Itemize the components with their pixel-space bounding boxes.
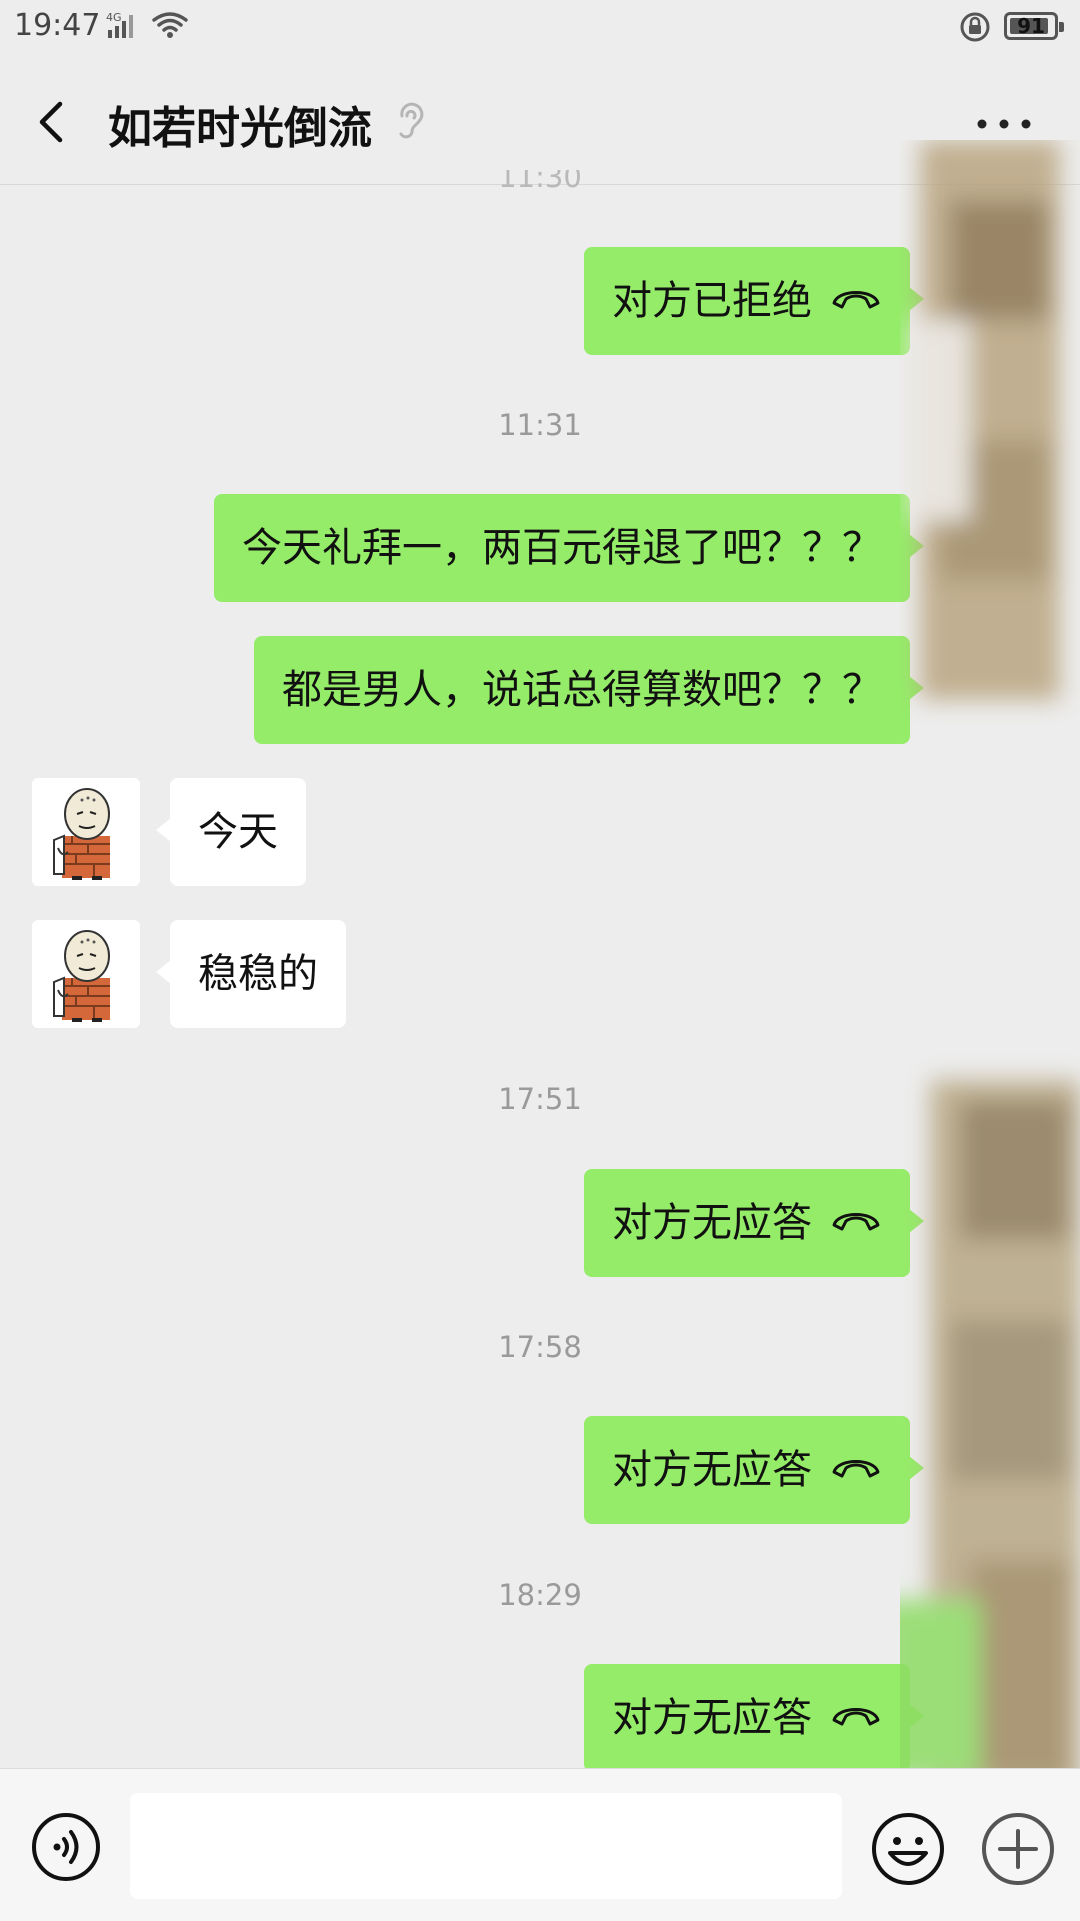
phone-hangup-icon [830,1415,882,1523]
phone-hangup-icon [830,246,882,354]
message-text: 对方无应答 [612,1447,812,1493]
voice-icon [32,1813,100,1881]
input-bar [0,1768,1080,1921]
message-bubble-incoming[interactable]: 稳稳的 [156,920,346,1028]
privacy-smudge [900,140,1080,1780]
message-text: 对方已拒绝 [612,278,812,324]
status-time: 19:47 [14,8,101,43]
more-dots-icon [977,119,1031,129]
message-text: 对方无应答 [612,1200,812,1246]
chevron-left-icon [39,101,63,143]
back-button[interactable] [30,92,76,152]
status-bar: 19:47 4G 91 [0,0,1080,54]
contact-avatar[interactable] [32,778,140,886]
message-text: 稳稳的 [198,951,318,997]
contact-avatar[interactable] [32,920,140,1028]
network-type: 4G [106,11,122,24]
plus-icon [982,1813,1054,1885]
message-bubble[interactable]: 今天礼拜一，两百元得退了吧？？？ [214,494,924,602]
message-text: 今天 [198,809,278,855]
message-bubble-incoming[interactable]: 今天 [156,778,306,886]
emoji-icon [872,1813,944,1885]
more-functions-button[interactable] [980,1811,1056,1887]
wifi-icon [150,10,190,44]
monk-avatar-icon [53,788,110,880]
message-text: 都是男人，说话总得算数吧？？？ [282,667,882,713]
more-options-button[interactable] [972,104,1042,144]
message-input[interactable] [130,1793,842,1899]
message-bubble-call[interactable]: 对方已拒绝 [584,246,924,355]
cellular-signal-icon: 4G [106,10,142,44]
timestamp: 17:51 [498,1082,582,1116]
chat-title: 如若时光倒流 [108,103,372,154]
message-bubble-call[interactable]: 对方无应答 [584,1415,924,1524]
message-text: 今天礼拜一，两百元得退了吧？？？ [242,525,882,571]
phone-hangup-icon [830,1663,882,1771]
phone-hangup-icon [830,1168,882,1276]
battery-icon: 91 [1004,12,1064,40]
message-bubble-call[interactable]: 对方无应答 [584,1663,924,1772]
message-bubble-call[interactable]: 对方无应答 [584,1168,924,1277]
chat-header: 如若时光倒流 [0,54,1080,185]
timestamp: 18:29 [498,1578,582,1612]
voice-input-button[interactable] [30,1811,102,1883]
timestamp: 17:58 [498,1330,582,1364]
emoji-button[interactable] [870,1811,946,1887]
monk-avatar-icon [53,930,110,1022]
message-text: 对方无应答 [612,1695,812,1741]
message-bubble[interactable]: 都是男人，说话总得算数吧？？？ [254,636,924,744]
battery-percent: 91 [1017,14,1045,38]
ear-icon [392,98,426,148]
timestamp: 11:31 [498,408,582,442]
rotation-lock-icon [958,10,992,48]
